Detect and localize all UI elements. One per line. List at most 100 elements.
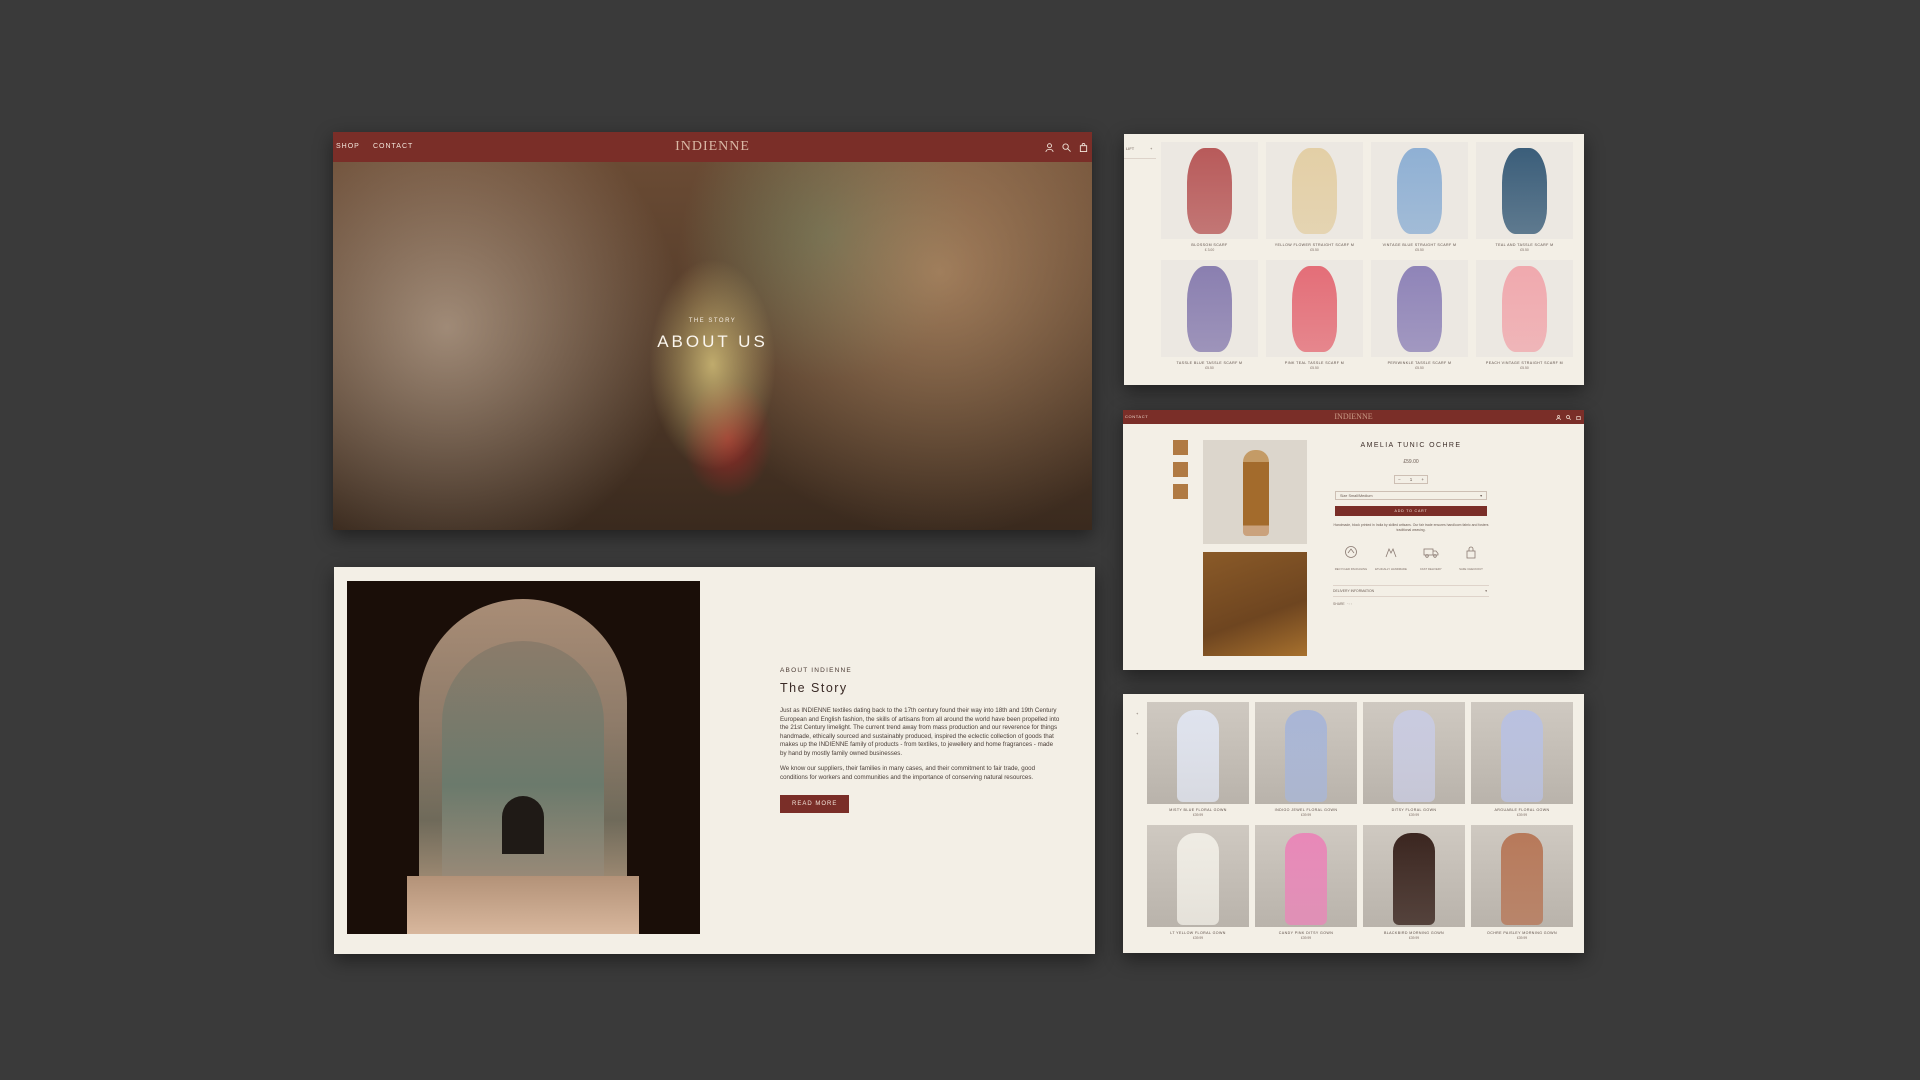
product-card[interactable]: PINK TEAL TASSLE SCARF M £5.50 [1266, 260, 1363, 370]
product-detail-image[interactable] [1203, 552, 1307, 656]
recycle-icon [1345, 546, 1357, 558]
product-card[interactable]: TEAL AND TASSLE SCARF M £5.50 [1476, 142, 1573, 252]
chevron-down-icon: ▾ [1480, 494, 1482, 498]
product-image[interactable] [1161, 142, 1258, 239]
product-image[interactable] [1471, 702, 1573, 804]
search-icon[interactable] [1566, 414, 1571, 420]
product-image[interactable] [1266, 142, 1363, 239]
product-name[interactable]: MISTY BLUE FLORAL GOWN [1147, 808, 1249, 812]
product-name[interactable]: PINK TEAL TASSLE SCARF M [1266, 361, 1363, 365]
product-card[interactable]: PERIWINKLE TASSLE SCARF M £5.50 [1371, 260, 1468, 370]
filter-expand-icon[interactable]: + [1136, 704, 1138, 724]
scarf-product-grid: BLOSSOM SCARF £ 3.00 YELLOW FLOWER STRAIGH… [1161, 142, 1573, 370]
product-image[interactable] [1147, 825, 1249, 927]
product-name[interactable]: PEACH VINTAGE STRAIGHT SCARF M [1476, 361, 1573, 365]
product-name[interactable]: TASSLE BLUE TASSLE SCARF M [1161, 361, 1258, 365]
product-image[interactable] [1363, 825, 1465, 927]
gown-illustration [1393, 833, 1435, 925]
product-name[interactable]: BLOSSOM SCARF [1161, 243, 1258, 247]
product-name[interactable]: ARGUABLE FLORAL GOWN [1471, 808, 1573, 812]
product-image[interactable] [1476, 142, 1573, 239]
product-card[interactable]: OCHRE PAISLEY MORNING GOWN £39.99 [1471, 825, 1573, 940]
product-card[interactable]: DITSY FLORAL GOWN £39.99 [1363, 702, 1465, 817]
product-card[interactable]: CANDY PINK DITSY GOWN £39.99 [1255, 825, 1357, 940]
product-image[interactable] [1266, 260, 1363, 357]
product-card[interactable]: BLOSSOM SCARF £ 3.00 [1161, 142, 1258, 252]
story-panel: ABOUT INDIENNE The Story Just as INDIENN… [334, 567, 1095, 954]
qty-plus-icon[interactable]: + [1421, 477, 1424, 482]
filter-expand-icon[interactable]: + [1136, 724, 1138, 744]
gown-product-grid: MISTY BLUE FLORAL GOWN £39.99 INDIGO JEWEL… [1147, 702, 1573, 940]
filter-label[interactable]: LIFT [1126, 146, 1134, 151]
product-card[interactable]: MISTY BLUE FLORAL GOWN £39.99 [1147, 702, 1249, 817]
arch-floor [407, 876, 639, 934]
product-card[interactable]: BLACKBIRD MORNING GOWN £39.99 [1363, 825, 1465, 940]
product-thumbnail[interactable] [1173, 462, 1188, 477]
site-logo[interactable]: INDIENNE [333, 132, 1092, 162]
product-image[interactable] [1371, 260, 1468, 357]
product-card[interactable]: INDIGO JEWEL FLORAL GOWN £39.99 [1255, 702, 1357, 817]
product-name[interactable]: CANDY PINK DITSY GOWN [1255, 931, 1357, 935]
hands-icon [1385, 548, 1397, 558]
product-price: £5.50 [1520, 248, 1529, 252]
scarf-illustration [1502, 266, 1547, 352]
read-more-button[interactable]: READ MORE [780, 795, 850, 813]
feature-checkout: SAFE CHECKOUT [1453, 545, 1489, 571]
cart-icon[interactable] [1079, 142, 1088, 152]
quantity-stepper[interactable]: − 1 + [1394, 475, 1428, 484]
filter-sidebar: LIFT + [1124, 134, 1156, 385]
site-logo[interactable]: INDIENNE [1123, 410, 1584, 424]
product-image[interactable] [1161, 260, 1258, 357]
product-thumbnail[interactable] [1173, 484, 1188, 499]
scarf-illustration [1187, 266, 1232, 352]
product-name[interactable]: TEAL AND TASSLE SCARF M [1476, 243, 1573, 247]
size-select[interactable]: Size Small/Medium ▾ [1335, 491, 1487, 500]
account-icon[interactable] [1556, 414, 1561, 420]
feature-label: FAST DELIVERY [1420, 567, 1442, 571]
product-price: £39.99 [1192, 813, 1204, 817]
product-card[interactable]: YELLOW FLOWER STRAIGHT SCARF M £5.50 [1266, 142, 1363, 252]
cart-icon[interactable] [1576, 415, 1581, 420]
product-image[interactable] [1255, 702, 1357, 804]
product-name[interactable]: VINTAGE BLUE STRAIGHT SCARF M [1371, 243, 1468, 247]
qty-minus-icon[interactable]: − [1398, 477, 1401, 482]
product-name[interactable]: INDIGO JEWEL FLORAL GOWN [1255, 808, 1357, 812]
product-name[interactable]: LT YELLOW FLORAL GOWN [1147, 931, 1249, 935]
product-image[interactable] [1471, 825, 1573, 927]
header-icons [1045, 132, 1088, 162]
product-card[interactable]: ARGUABLE FLORAL GOWN £39.99 [1471, 702, 1573, 817]
share-row: SHARE · ◦ ◦ [1333, 602, 1489, 606]
filter-expand-icon[interactable]: + [1150, 146, 1152, 151]
product-price: £5.50 [1415, 248, 1424, 252]
add-to-cart-button[interactable]: ADD TO CART [1335, 506, 1487, 516]
product-name[interactable]: DITSY FLORAL GOWN [1363, 808, 1465, 812]
product-name[interactable]: OCHRE PAISLEY MORNING GOWN [1471, 931, 1573, 935]
product-image[interactable] [1371, 142, 1468, 239]
product-price: £59.00 [1403, 459, 1419, 465]
product-thumbnail[interactable] [1173, 440, 1188, 455]
product-image[interactable] [1255, 825, 1357, 927]
product-name[interactable]: PERIWINKLE TASSLE SCARF M [1371, 361, 1468, 365]
product-price: £39.99 [1192, 936, 1204, 940]
product-main-image[interactable] [1203, 440, 1307, 544]
product-thumbnails [1173, 440, 1191, 506]
product-card[interactable]: PEACH VINTAGE STRAIGHT SCARF M £5.50 [1476, 260, 1573, 370]
feature-handmade: ETHICALLY HANDMADE [1373, 545, 1409, 571]
account-icon[interactable] [1045, 142, 1054, 152]
product-card[interactable]: TASSLE BLUE TASSLE SCARF M £5.50 [1161, 260, 1258, 370]
scarf-illustration [1397, 266, 1442, 352]
product-image[interactable] [1476, 260, 1573, 357]
product-detail-panel: CONTACT INDIENNE AMELIA TUNIC OCHRE £59.… [1123, 410, 1584, 670]
delivery-accordion[interactable]: DELIVERY INFORMATION ▾ [1333, 585, 1489, 597]
scarf-illustration [1502, 148, 1547, 234]
product-card[interactable]: LT YELLOW FLORAL GOWN £39.99 [1147, 825, 1249, 940]
product-image[interactable] [1147, 702, 1249, 804]
product-name[interactable]: BLACKBIRD MORNING GOWN [1363, 931, 1465, 935]
feature-label: RECYCLED PACKAGING [1334, 567, 1368, 571]
product-name[interactable]: YELLOW FLOWER STRAIGHT SCARF M [1266, 243, 1363, 247]
product-image[interactable] [1363, 702, 1465, 804]
product-price: £39.99 [1408, 813, 1420, 817]
product-card[interactable]: VINTAGE BLUE STRAIGHT SCARF M £5.50 [1371, 142, 1468, 252]
search-icon[interactable] [1062, 142, 1071, 152]
social-icons[interactable]: · ◦ ◦ [1346, 602, 1352, 606]
